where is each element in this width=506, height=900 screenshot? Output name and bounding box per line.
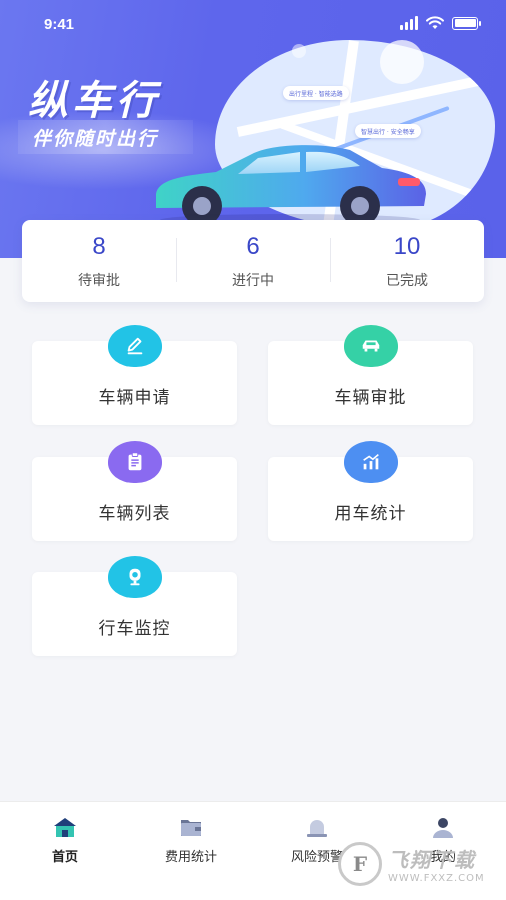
tile-label: 用车统计 — [334, 504, 407, 524]
tile-label: 车辆列表 — [98, 504, 171, 524]
tab-expense-statistics[interactable]: 费用统计 — [128, 816, 254, 865]
alarm-icon — [307, 820, 327, 837]
status-bar: 9:41 — [0, 0, 506, 50]
watermark-logo: F — [338, 842, 382, 886]
app-title: 纵车行 — [28, 78, 160, 124]
vehicle-list-tile[interactable]: 车辆列表 — [32, 441, 237, 541]
car-icon — [343, 325, 398, 367]
app-slogan-text: 伴你随时出行 — [32, 127, 159, 150]
wifi-icon — [426, 16, 444, 29]
map-tag: 出行里程 · 智能选路 — [283, 86, 349, 100]
watermark-text: 飞翔下载 WWW.FXXZ.COM — [388, 844, 485, 884]
stat-value: 6 — [246, 233, 260, 260]
stat-pending[interactable]: 8 待审批 — [22, 220, 176, 302]
vehicle-apply-tile[interactable]: 车辆申请 — [32, 325, 237, 425]
decor-circle — [292, 44, 306, 58]
clipboard-icon — [107, 441, 162, 483]
edit-icon — [107, 325, 162, 367]
battery-icon — [452, 16, 481, 30]
user-icon — [433, 818, 453, 838]
status-icons — [400, 16, 481, 30]
stat-in-progress[interactable]: 6 进行中 — [176, 220, 330, 302]
driving-monitor-tile[interactable]: 行车监控 — [32, 556, 237, 656]
tile-label: 车辆审批 — [334, 388, 407, 408]
site-watermark: F 飞翔下载 WWW.FXXZ.COM — [338, 838, 498, 890]
camera-icon — [107, 556, 162, 598]
bar-chart-icon — [343, 441, 398, 483]
watermark-url: WWW.FXXZ.COM — [388, 873, 485, 884]
status-time: 9:41 — [44, 16, 75, 33]
app-slogan: 伴你随时出行 — [18, 120, 193, 154]
usage-statistics-tile[interactable]: 用车统计 — [268, 441, 473, 541]
stat-completed[interactable]: 10 已完成 — [330, 220, 484, 302]
home-icon — [54, 818, 76, 837]
vehicle-approval-tile[interactable]: 车辆审批 — [268, 325, 473, 425]
tab-label: 费用统计 — [164, 850, 217, 865]
stat-label: 待审批 — [78, 273, 120, 289]
signal-icon — [400, 16, 418, 30]
watermark-name: 飞翔下载 — [388, 848, 476, 872]
stat-label: 已完成 — [386, 273, 428, 289]
wallet-icon — [181, 820, 201, 836]
stat-label: 进行中 — [232, 273, 274, 289]
stat-value: 10 — [393, 233, 421, 260]
stats-card: 8 待审批 6 进行中 10 已完成 — [22, 220, 484, 302]
stat-value: 8 — [92, 233, 106, 260]
tab-label: 首页 — [51, 850, 78, 865]
decor-circle — [380, 40, 424, 84]
tile-label: 行车监控 — [98, 619, 171, 639]
tab-home[interactable]: 首页 — [2, 816, 128, 865]
tile-label: 车辆申请 — [98, 388, 171, 408]
